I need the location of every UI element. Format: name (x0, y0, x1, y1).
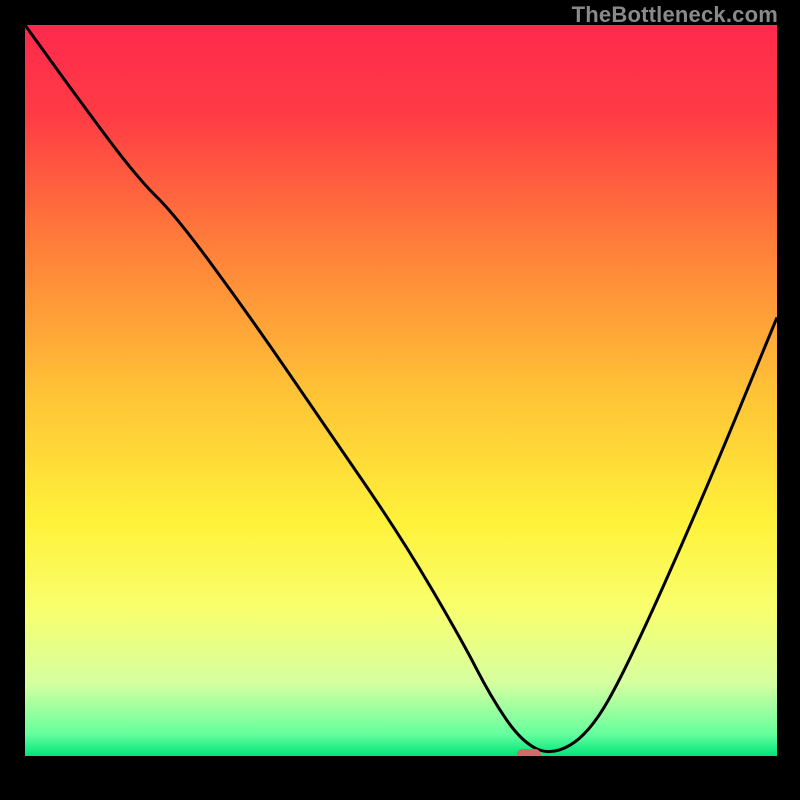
x-axis (0, 756, 800, 800)
gradient-background (25, 25, 777, 756)
right-border (777, 0, 800, 800)
optimum-marker (517, 749, 541, 756)
chart-svg (25, 25, 777, 756)
plot-area (25, 25, 777, 756)
y-axis (0, 0, 25, 800)
top-border (0, 0, 800, 25)
chart-container: TheBottleneck.com (0, 0, 800, 800)
